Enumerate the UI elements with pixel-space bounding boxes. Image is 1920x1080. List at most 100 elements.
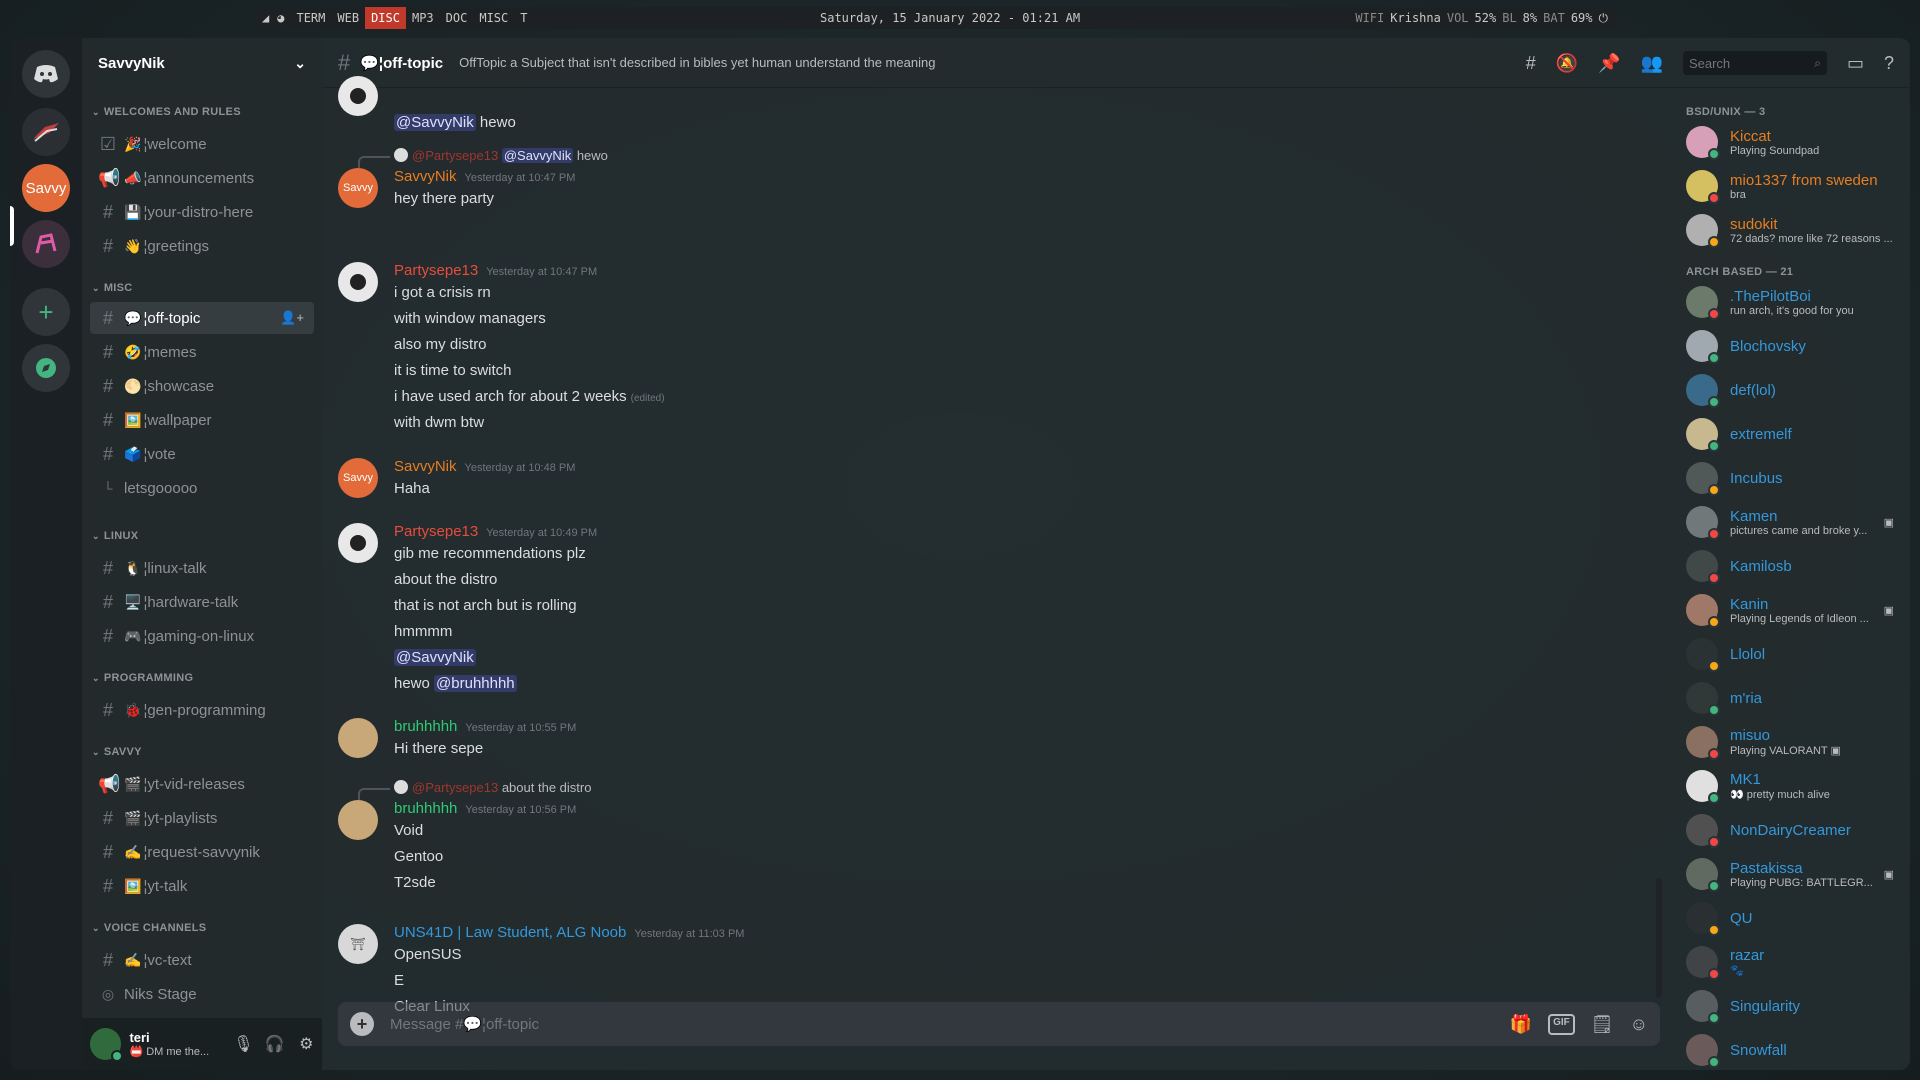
gift-icon[interactable]: 🎁 (1510, 1014, 1532, 1035)
user-mention[interactable]: @bruhhhhh (434, 675, 517, 692)
avatar[interactable] (338, 262, 378, 302)
member-item[interactable]: Pastakissa Playing PUBG: BATTLEGR... ▣ (1678, 852, 1902, 896)
channel-welcome[interactable]: ☑ 🎉 ¦ welcome (90, 128, 314, 160)
member-list-icon[interactable]: 👥 (1641, 53, 1663, 74)
headphones-icon[interactable]: 🎧 (259, 1034, 290, 1054)
add-member-icon[interactable]: 👤+ (280, 310, 304, 326)
avatar[interactable]: ⛩ (338, 924, 378, 964)
gear-icon[interactable]: ⚙ (291, 1034, 322, 1054)
category-voice-channels[interactable]: ⌄ VOICE CHANNELS (92, 922, 206, 934)
channel-off-topic[interactable]: # 💬 ¦ off-topic 👤+ (90, 302, 314, 334)
avatar[interactable] (338, 76, 378, 116)
avatar[interactable] (338, 800, 378, 840)
member-item[interactable]: Incubus (1678, 456, 1902, 500)
member-item[interactable]: MK1 👀 pretty much alive (1678, 764, 1902, 808)
upload-plus-icon[interactable]: + (350, 1012, 374, 1036)
pink-server-icon[interactable] (22, 220, 70, 268)
workspace-disc[interactable]: DISC (365, 7, 406, 29)
channel-memes[interactable]: # 🤣 ¦ memes (90, 336, 314, 368)
avatar[interactable] (90, 1028, 124, 1062)
discord-home-icon[interactable] (22, 50, 70, 98)
member-item[interactable]: def(lol) (1678, 368, 1902, 412)
channel-gaming-on-linux[interactable]: # 🎮 ¦ gaming-on-linux (90, 620, 314, 652)
message-author[interactable]: SavvyNik Yesterday at 10:47 PM (394, 168, 575, 185)
member-item[interactable]: extremelf (1678, 412, 1902, 456)
channel-yt-playlists[interactable]: # 🎬 ¦ yt-playlists (90, 802, 314, 834)
member-item[interactable]: Snowfall (1678, 1028, 1902, 1070)
member-item[interactable]: razar 🐾 (1678, 940, 1902, 984)
channel-showcase[interactable]: # 🌕 ¦ showcase (90, 370, 314, 402)
user-mention[interactable]: @SavvyNik (394, 649, 476, 666)
inbox-icon[interactable]: ▭ (1847, 53, 1864, 74)
channel-topic[interactable]: OffTopic a Subject that isn't described … (459, 55, 935, 70)
message-author[interactable]: Partysepe13 Yesterday at 10:49 PM (394, 523, 597, 540)
category-programming[interactable]: ⌄ PROGRAMMING (92, 672, 193, 684)
channel-gen-programming[interactable]: # 🐞 ¦ gen-programming (90, 694, 314, 726)
member-item[interactable]: sudokit 72 dads? more like 72 reasons ... (1678, 208, 1902, 252)
reply-preview[interactable]: @Partysepe13 about the distro (358, 780, 591, 800)
member-item[interactable]: Blochovsky (1678, 324, 1902, 368)
power-icon[interactable]: ⏻ (1599, 7, 1609, 29)
channel-vc-text[interactable]: # ✍️ ¦ vc-text (90, 944, 314, 976)
user-mention[interactable]: @SavvyNik (394, 114, 476, 131)
channel-vote[interactable]: # 🗳️ ¦ vote (90, 438, 314, 470)
mute-bell-icon[interactable]: 🔕 (1556, 53, 1578, 74)
thread-letsgooooo[interactable]: └ letsgooooo (90, 472, 314, 504)
workspace-mp3[interactable]: MP3 (406, 7, 440, 29)
add-server-icon[interactable]: + (22, 288, 70, 336)
workspace-term[interactable]: TERM (290, 7, 331, 29)
member-item[interactable]: m'ria (1678, 676, 1902, 720)
category-savvy[interactable]: ⌄ SAVVY (92, 746, 142, 758)
pin-icon[interactable]: 📌 (1598, 53, 1620, 74)
channel-yt-talk[interactable]: # 🖼️ ¦ yt-talk (90, 870, 314, 902)
search-input[interactable]: Search ⌕ (1682, 51, 1827, 75)
channel-linux-talk[interactable]: # 🐧 ¦ linux-talk (90, 552, 314, 584)
user-names[interactable]: teri 📛 DM me the... (129, 1030, 227, 1058)
member-item[interactable]: Singularity (1678, 984, 1902, 1028)
category-welcomes[interactable]: ⌄ WELCOMES AND RULES (92, 106, 241, 118)
channel-announcements[interactable]: 📢 📣 ¦ announcements (90, 162, 314, 194)
avatar[interactable]: Savvy (338, 168, 378, 208)
microphone-icon[interactable]: 🎙 (228, 1034, 259, 1054)
threads-icon[interactable]: # (1526, 53, 1536, 74)
message-author[interactable]: Partysepe13 Yesterday at 10:47 PM (394, 262, 597, 279)
savvy-server-icon[interactable]: Savvy (22, 164, 70, 212)
message-scrollbar[interactable] (1656, 878, 1662, 998)
member-item[interactable]: mio1337 from sweden bra (1678, 164, 1902, 208)
category-linux[interactable]: ⌄ LINUX (92, 530, 138, 542)
member-item[interactable]: Kamen pictures came and broke y... ▣ (1678, 500, 1902, 544)
message-author[interactable]: UNS41D | Law Student, ALG Noob Yesterday … (394, 924, 744, 941)
channel-greetings[interactable]: # 👋 ¦ greetings (90, 230, 314, 262)
channel-request-savvynik[interactable]: # ✍️ ¦ request-savvynik (90, 836, 314, 868)
server-header[interactable]: SavvyNik ⌄ (82, 38, 322, 88)
rog-server-icon[interactable] (22, 108, 70, 156)
emoji-icon[interactable]: ☺ (1630, 1014, 1648, 1035)
avatar[interactable]: Savvy (338, 458, 378, 498)
explore-icon[interactable] (22, 344, 70, 392)
avatar[interactable] (338, 523, 378, 563)
category-misc[interactable]: ⌄ MISC (92, 282, 133, 294)
workspace-doc[interactable]: DOC (440, 7, 474, 29)
gif-button[interactable]: GIF (1548, 1013, 1575, 1035)
member-item[interactable]: Llolol (1678, 632, 1902, 676)
channel-wallpaper[interactable]: # 🖼️ ¦ wallpaper (90, 404, 314, 436)
reply-preview[interactable]: @Partysepe13 @SavvyNik hewo (358, 148, 608, 168)
message-author[interactable]: bruhhhhh Yesterday at 10:55 PM (394, 718, 576, 735)
member-item[interactable]: Kiccat Playing Soundpad (1678, 120, 1902, 164)
workspace-web[interactable]: WEB (331, 7, 365, 29)
workspace-t[interactable]: T (514, 7, 533, 29)
channel-yt-vid-releases[interactable]: 📢 🎬 ¦ yt-vid-releases (90, 768, 314, 800)
message-input[interactable] (390, 1015, 1510, 1033)
workspace-misc[interactable]: MISC (473, 7, 514, 29)
member-item[interactable]: QU (1678, 896, 1902, 940)
channel-hardware-talk[interactable]: # 🖥️ ¦ hardware-talk (90, 586, 314, 618)
sticker-icon[interactable]: 🗒 (1591, 1014, 1614, 1035)
member-item[interactable]: NonDairyCreamer (1678, 808, 1902, 852)
member-item[interactable]: .ThePilotBoi run arch, it's good for you (1678, 280, 1902, 324)
member-item[interactable]: Kamilosb (1678, 544, 1902, 588)
channel-your-distro-here[interactable]: # 💾 ¦ your-distro-here (90, 196, 314, 228)
help-icon[interactable]: ? (1884, 53, 1894, 74)
avatar[interactable] (338, 718, 378, 758)
member-item[interactable]: misuo Playing VALORANT ▣ (1678, 720, 1902, 764)
message-author[interactable]: bruhhhhh Yesterday at 10:56 PM (394, 800, 576, 817)
